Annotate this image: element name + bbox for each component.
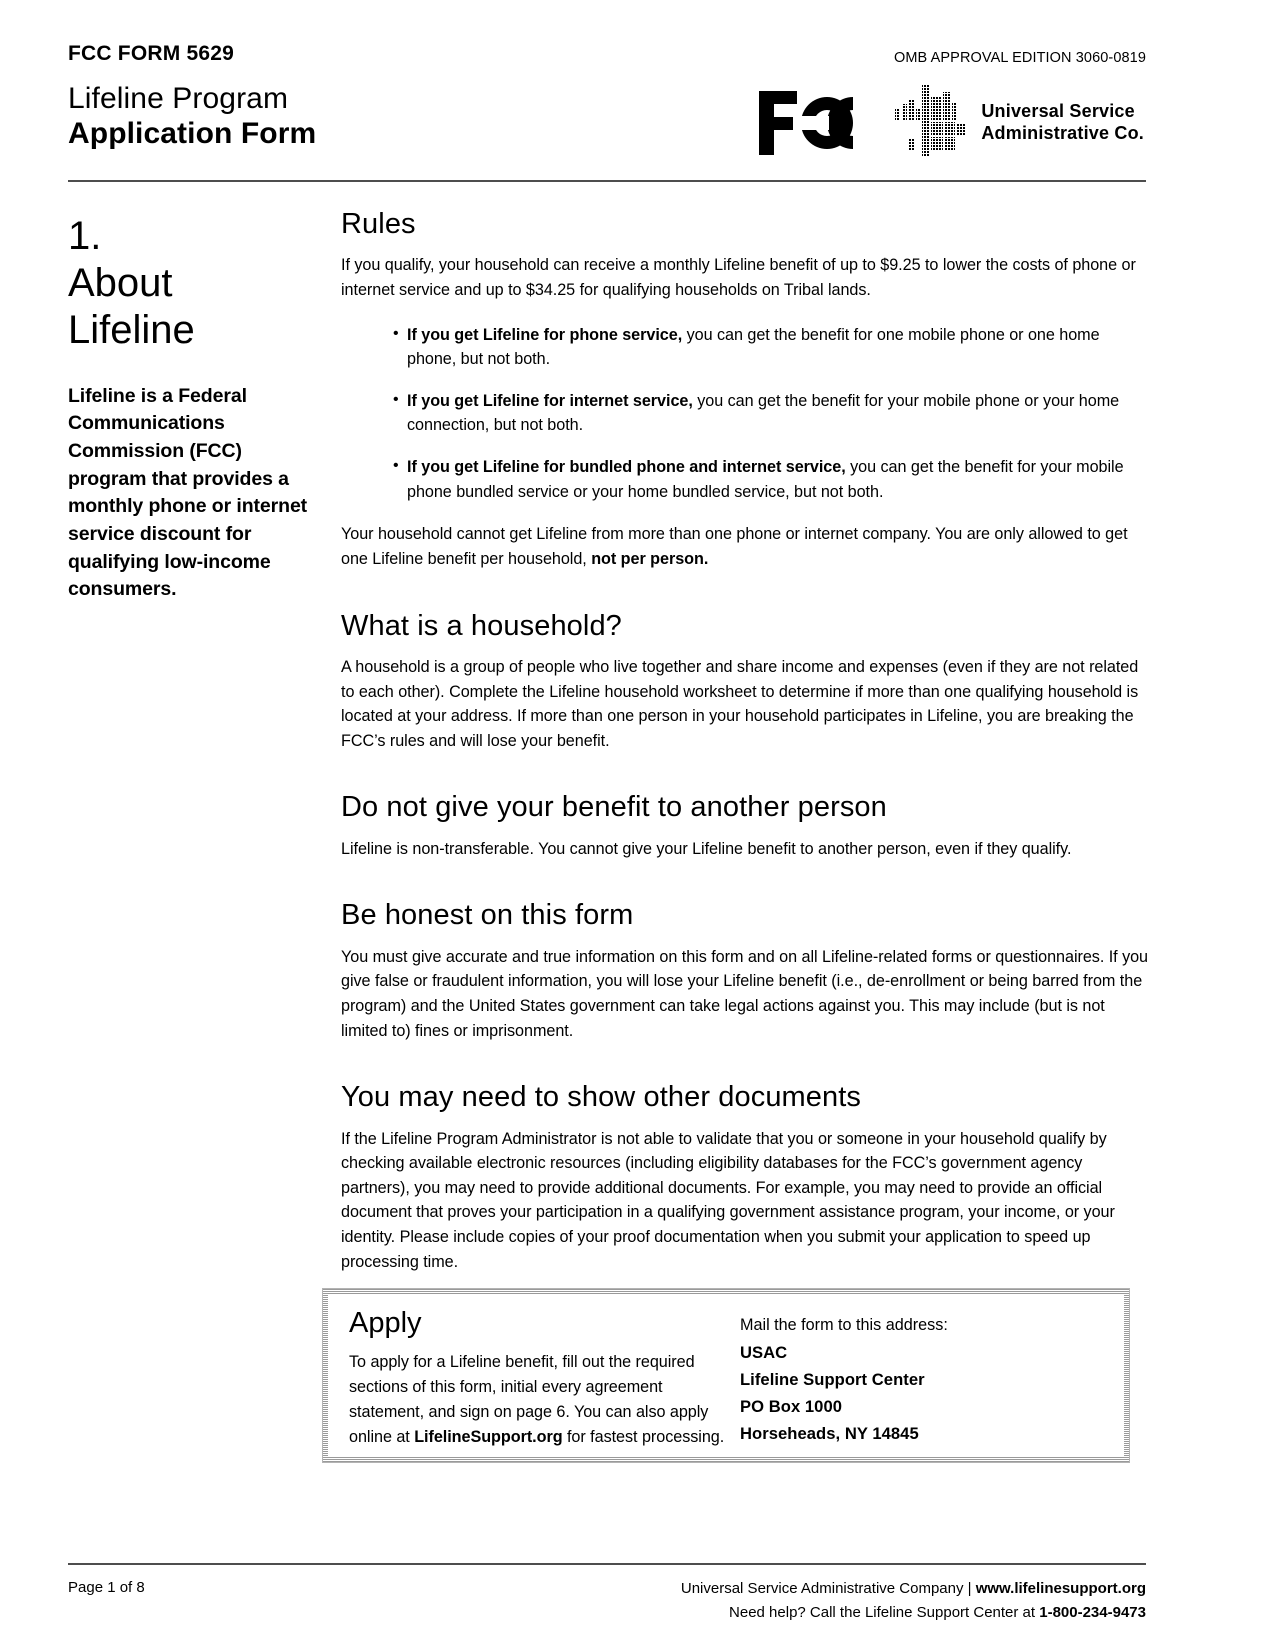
footer-help-line: Need help? Call the Lifeline Support Cen… bbox=[681, 1601, 1146, 1625]
fcc-logo-icon bbox=[757, 87, 861, 159]
mail-address-line: USAC bbox=[740, 1343, 788, 1363]
transfer-body: Lifeline is non-transferable. You cannot… bbox=[341, 839, 1072, 858]
heading-documents: You may need to show other documents bbox=[341, 1081, 862, 1114]
rules-closing: Your household cannot get Lifeline from … bbox=[341, 522, 1151, 571]
section-title-line2: Lifeline bbox=[68, 308, 195, 353]
page-header: FCC FORM 5629 Lifeline Program Applicati… bbox=[68, 42, 1146, 172]
mail-address-line: PO Box 1000 bbox=[740, 1396, 843, 1416]
footer-website-link[interactable]: www.lifelinesupport.org bbox=[976, 1580, 1146, 1597]
usac-wordmark: Universal Service Administrative Co. bbox=[981, 101, 1144, 145]
footer-help-text: Need help? Call the Lifeline Support Cen… bbox=[729, 1604, 1040, 1621]
footer-divider bbox=[68, 1563, 1146, 1565]
footer-phone-number[interactable]: 1-800-234-9473 bbox=[1039, 1604, 1146, 1621]
apply-website-link[interactable]: LifelineSupport.org bbox=[414, 1428, 562, 1446]
apply-callout-box: Apply To apply for a Lifeline benefit, f… bbox=[322, 1288, 1130, 1463]
header-divider bbox=[68, 180, 1146, 182]
bullet-dot-icon: • bbox=[393, 457, 399, 475]
rules-closing-bold: not per person. bbox=[591, 549, 709, 568]
heading-household: What is a household? bbox=[341, 609, 622, 642]
list-item: • If you get Lifeline for internet servic… bbox=[393, 389, 1151, 438]
section-title-line1: About bbox=[68, 261, 173, 306]
sidebar-description: Lifeline is a Federal Communications Com… bbox=[68, 384, 308, 601]
usac-mark-icon bbox=[891, 82, 969, 163]
honest-body: You must give accurate and true informat… bbox=[341, 947, 1149, 1040]
heading-rules: Rules bbox=[341, 208, 416, 240]
apply-left-column: Apply To apply for a Lifeline benefit, f… bbox=[328, 1294, 728, 1457]
logo-group: Universal Service Administrative Co. bbox=[757, 82, 1144, 163]
page-footer: Page 1 of 8 Universal Service Administra… bbox=[68, 1575, 1146, 1635]
footer-org-name: Universal Service Administrative Company… bbox=[680, 1580, 976, 1597]
list-item: • If you get Lifeline for phone service, … bbox=[393, 323, 1151, 372]
rules-bullet-list: • If you get Lifeline for phone service, … bbox=[341, 323, 1151, 505]
usac-wordmark-line2: Administrative Co. bbox=[981, 122, 1144, 143]
bullet-dot-icon: • bbox=[393, 324, 399, 342]
main-content: Rules If you qualify, your household can… bbox=[341, 208, 1151, 1274]
list-item: • If you get Lifeline for bundled phone a… bbox=[393, 455, 1151, 504]
footer-contact-info: Universal Service Administrative Company… bbox=[681, 1577, 1146, 1625]
heading-honest: Be honest on this form bbox=[341, 899, 634, 932]
rules-closing-text: Your household cannot get Lifeline from … bbox=[341, 525, 1128, 568]
apply-instructions: To apply for a Lifeline benefit, fill ou… bbox=[349, 1350, 728, 1450]
documents-body: If the Lifeline Program Administrator is… bbox=[341, 1129, 1115, 1271]
bullet-dot-icon: • bbox=[393, 390, 399, 408]
mail-address-line: Horseheads, NY 14845 bbox=[740, 1423, 919, 1443]
household-body: A household is a group of people who liv… bbox=[341, 657, 1139, 750]
apply-right-column: Mail the form to this address: USAC Life… bbox=[728, 1294, 948, 1457]
bullet-bold-lead: If you get Lifeline for bundled phone an… bbox=[407, 458, 846, 477]
bullet-bold-lead: If you get Lifeline for phone service, bbox=[407, 325, 683, 344]
apply-callout-inner: Apply To apply for a Lifeline benefit, f… bbox=[328, 1294, 1124, 1457]
usac-wordmark-line1: Universal Service bbox=[981, 100, 1135, 121]
usac-logo: Universal Service Administrative Co. bbox=[891, 82, 1144, 163]
apply-instructions-part2: for fastest processing. bbox=[562, 1428, 725, 1447]
footer-org-line: Universal Service Administrative Company… bbox=[681, 1577, 1146, 1601]
document-page: FCC FORM 5629 Lifeline Program Applicati… bbox=[0, 0, 1275, 1650]
mail-address-label: Mail the form to this address: bbox=[740, 1316, 948, 1334]
omb-approval-text: OMB APPROVAL EDITION 3060-0819 bbox=[893, 50, 1146, 66]
mail-address-line: Lifeline Support Center bbox=[740, 1369, 925, 1389]
rules-intro: If you qualify, your household can recei… bbox=[341, 256, 1136, 299]
apply-title: Apply bbox=[349, 1307, 422, 1339]
section-number: 1. bbox=[68, 214, 102, 258]
page-number: Page 1 of 8 bbox=[68, 1579, 145, 1596]
heading-transfer: Do not give your benefit to another pers… bbox=[341, 791, 887, 824]
sidebar-section-about: 1. About Lifeline Lifeline is a Federal … bbox=[68, 213, 316, 604]
bullet-bold-lead: If you get Lifeline for internet service… bbox=[407, 391, 693, 410]
